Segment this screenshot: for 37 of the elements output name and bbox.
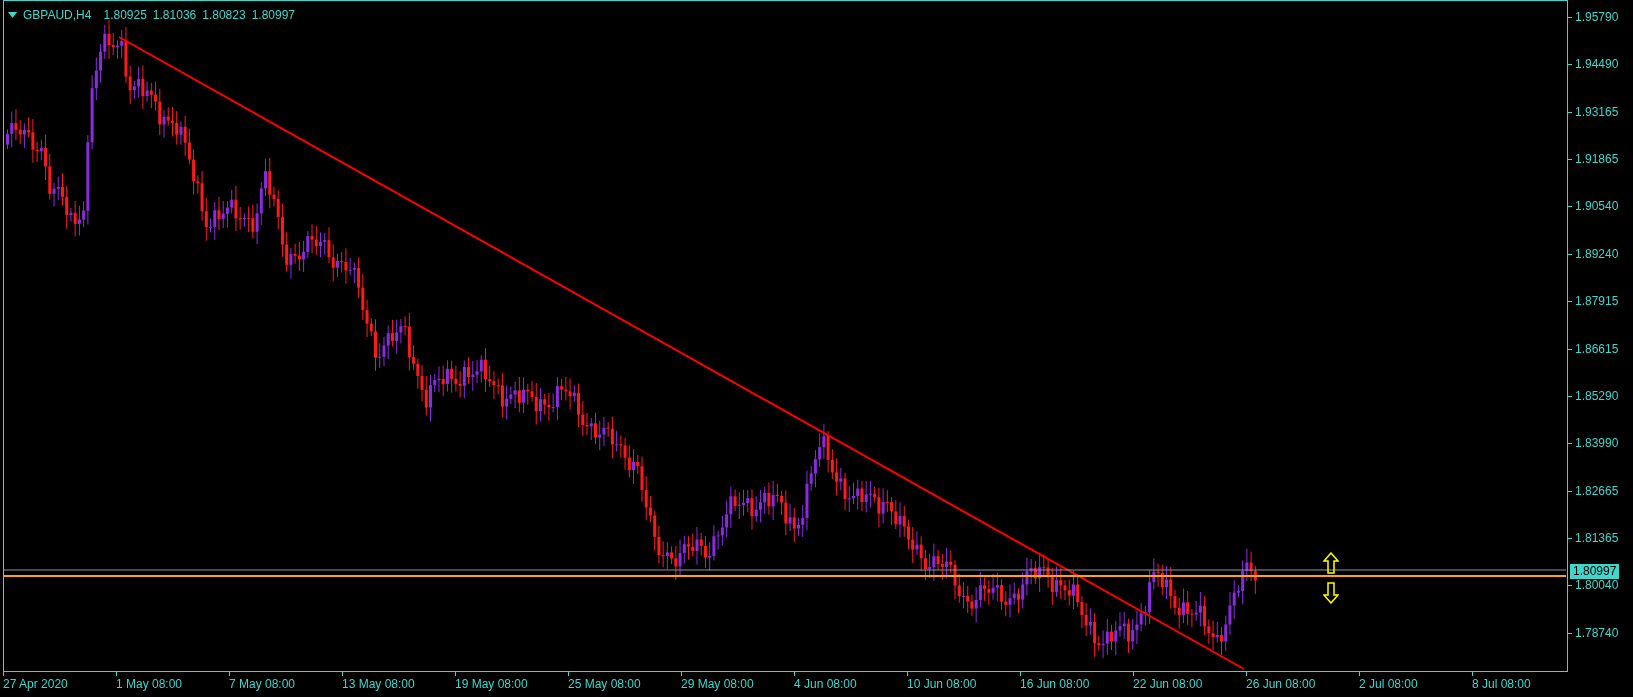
time-axis-label: 19 May 08:00 bbox=[455, 676, 529, 692]
price-axis-label: 1.81365 bbox=[1575, 529, 1619, 546]
time-axis-label: 1 May 08:00 bbox=[116, 676, 184, 692]
symbol-label: GBPAUD,H4 bbox=[23, 7, 92, 24]
up-arrow-icon bbox=[1323, 552, 1339, 574]
price-axis-label: 1.91865 bbox=[1575, 151, 1619, 168]
price-axis-label: 1.78740 bbox=[1575, 624, 1619, 641]
current-price-badge: 1.80997 bbox=[1570, 564, 1620, 579]
quote-value: 1.80925 bbox=[103, 7, 147, 24]
price-axis-label: 1.89240 bbox=[1575, 245, 1619, 262]
price-axis-label: 1.93165 bbox=[1575, 103, 1619, 120]
time-axis-label: 10 Jun 08:00 bbox=[907, 676, 978, 692]
quote-value: 1.80997 bbox=[251, 7, 296, 24]
time-axis-label: 7 May 08:00 bbox=[229, 676, 297, 692]
time-axis-label: 26 Jun 08:00 bbox=[1246, 676, 1317, 692]
time-axis-label: 13 May 08:00 bbox=[342, 676, 416, 692]
dropdown-triangle-icon[interactable] bbox=[8, 12, 17, 18]
price-axis-label: 1.90540 bbox=[1575, 198, 1619, 215]
quote-value: 1.81036 bbox=[152, 7, 197, 24]
price-axis-label: 1.80040 bbox=[1575, 577, 1619, 594]
price-axis-label: 1.87915 bbox=[1575, 293, 1619, 310]
time-axis-label: 4 Jun 08:00 bbox=[794, 676, 858, 692]
time-axis-label: 29 May 08:00 bbox=[681, 676, 755, 692]
price-axis-label: 1.83990 bbox=[1575, 435, 1619, 452]
time-axis-label: 22 Jun 08:00 bbox=[1133, 676, 1204, 692]
time-axis-label: 16 Jun 08:00 bbox=[1020, 676, 1091, 692]
price-axis-label: 1.86615 bbox=[1575, 340, 1619, 357]
time-axis-label: 2 Jul 08:00 bbox=[1359, 676, 1419, 692]
price-axis-label: 1.94490 bbox=[1575, 56, 1619, 73]
price-axis-label: 1.95790 bbox=[1575, 9, 1619, 25]
time-axis-label: 27 Apr 2020 bbox=[3, 676, 69, 692]
down-arrow-icon bbox=[1323, 582, 1339, 604]
quote-value: 1.80823 bbox=[202, 7, 246, 24]
price-axis-label: 1.82665 bbox=[1575, 482, 1619, 499]
price-axis-label: 1.85290 bbox=[1575, 387, 1619, 404]
time-axis-label: 8 Jul 08:00 bbox=[1472, 676, 1532, 692]
time-axis-label: 25 May 08:00 bbox=[568, 676, 642, 692]
